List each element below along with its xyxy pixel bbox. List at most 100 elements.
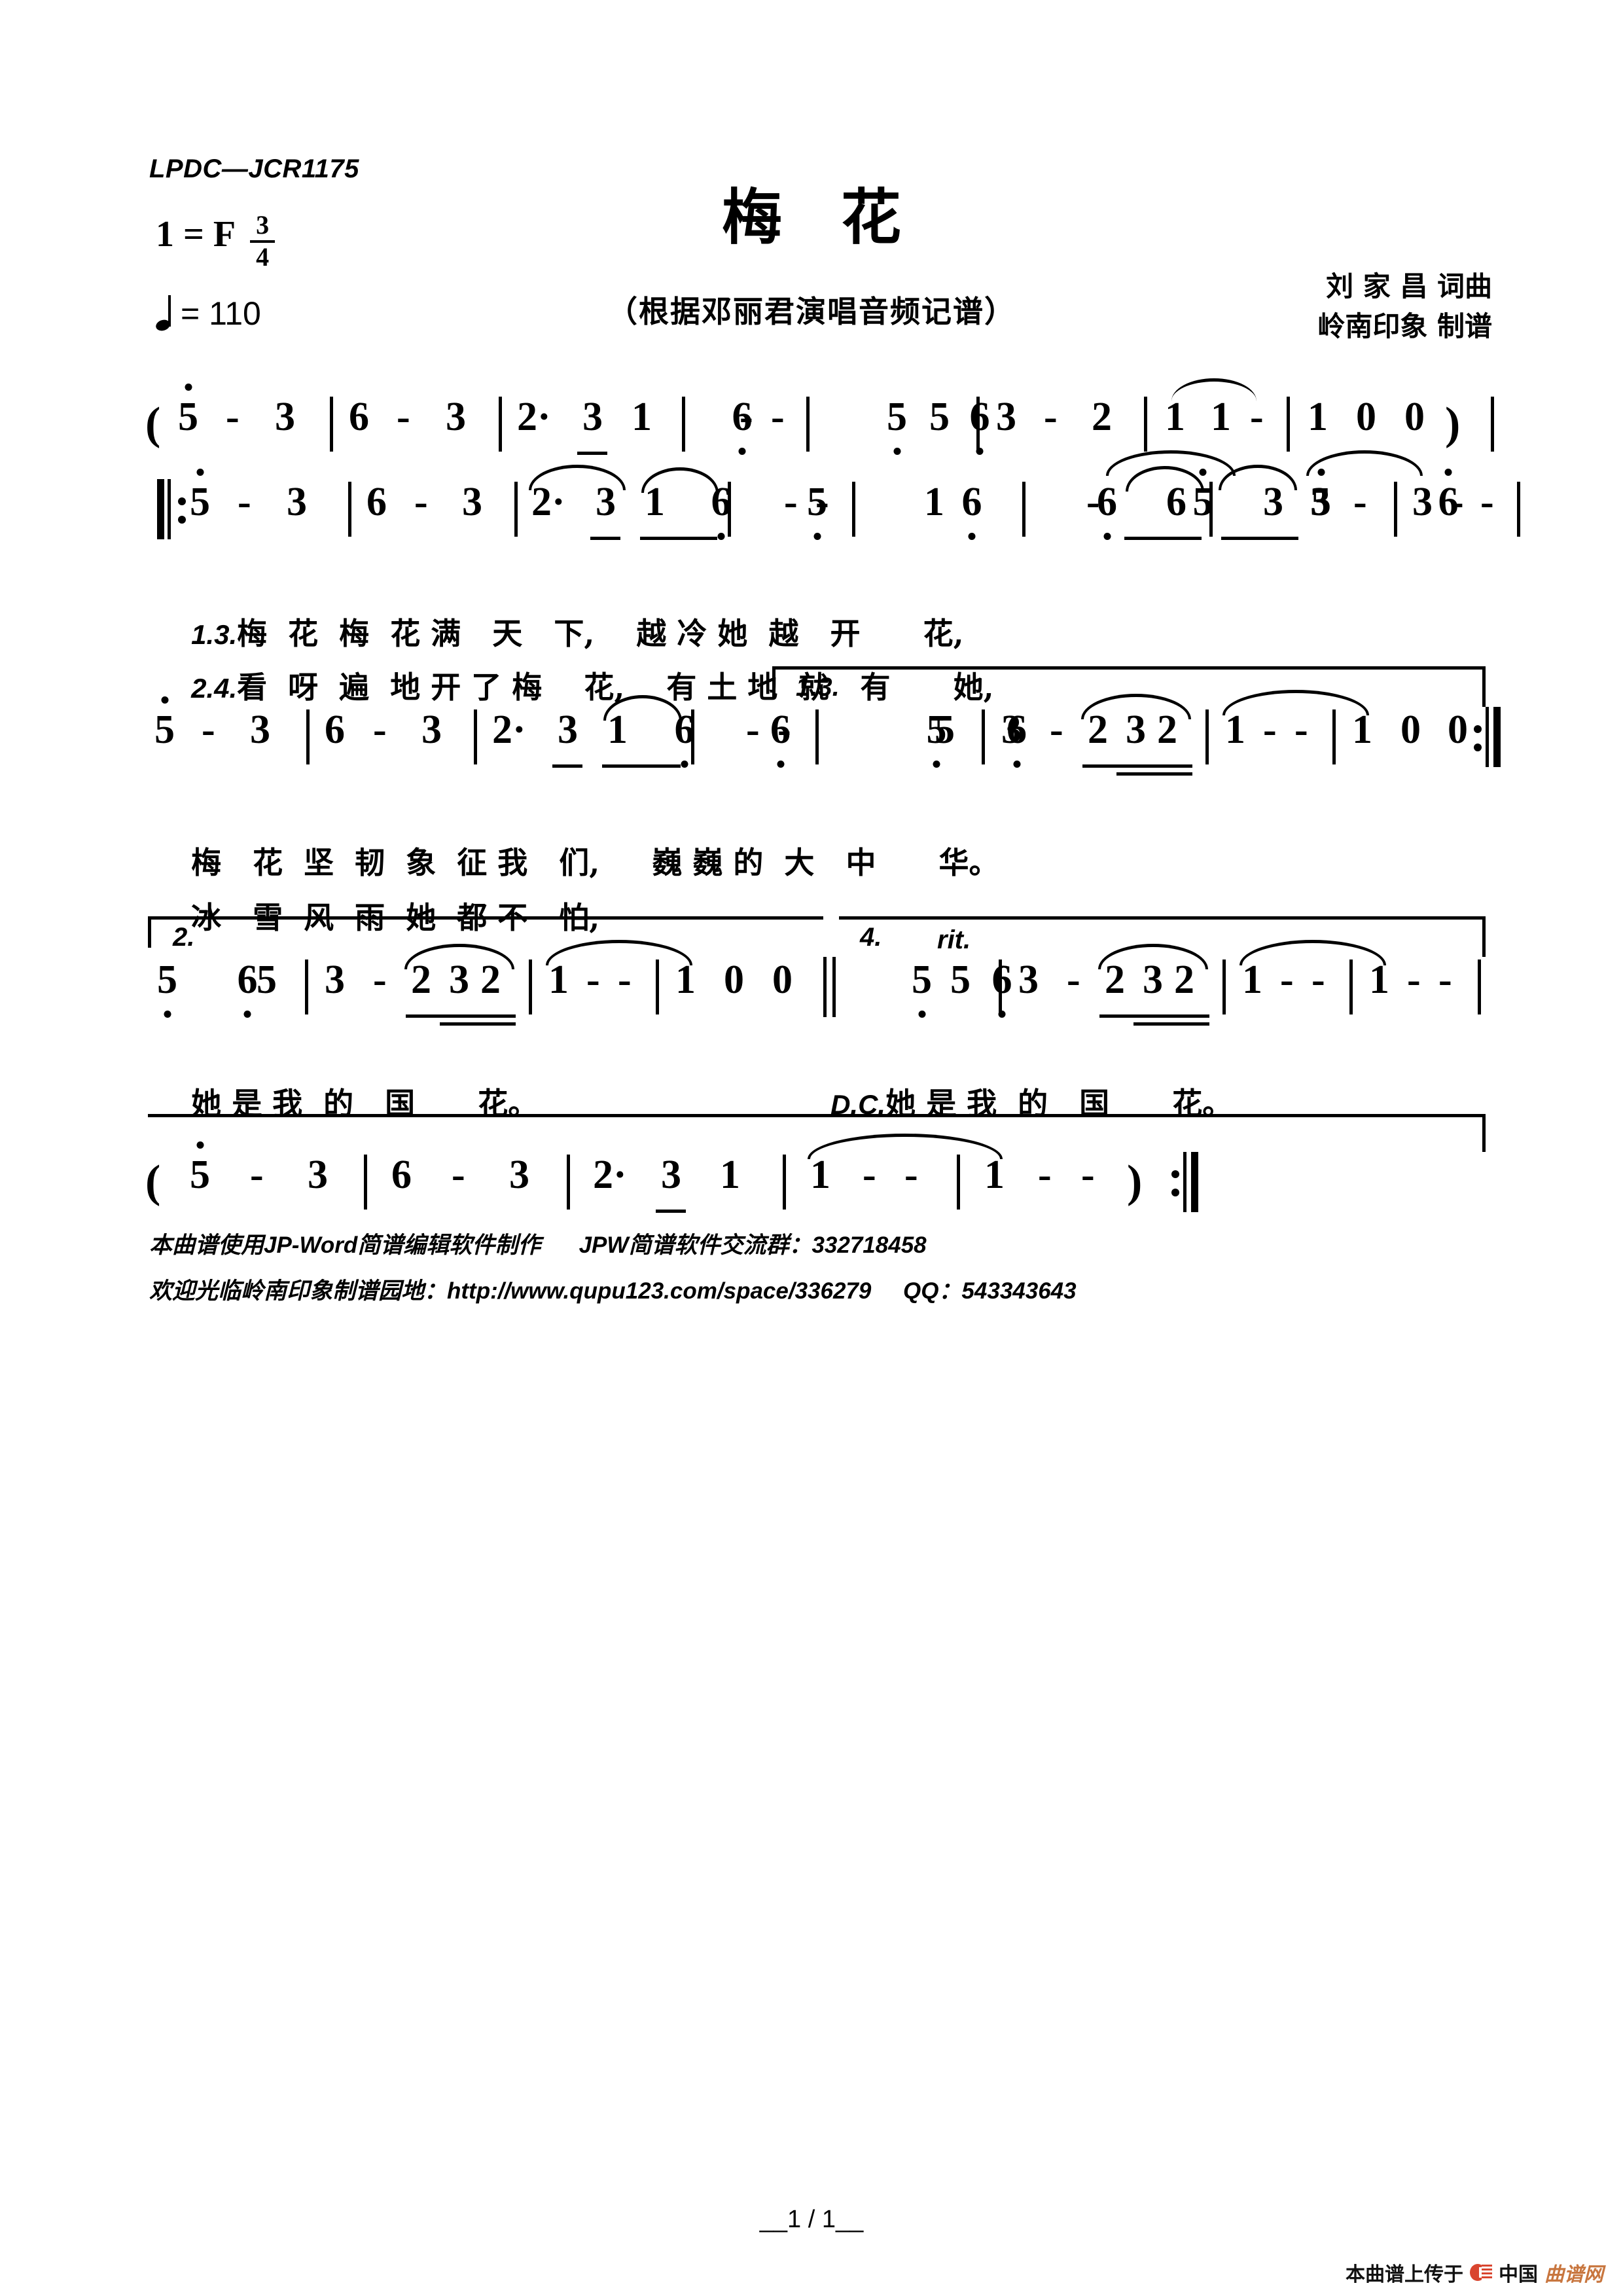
- score-line-3: 1.3. 5 - 3 6 - 3 2· 3 1 6 6 - - 5 6 5 3 …: [0, 666, 1623, 776]
- note: 0: [772, 958, 793, 1002]
- note: -: [777, 708, 791, 752]
- note: 2·: [492, 708, 526, 752]
- note: -: [1038, 1153, 1052, 1197]
- sheet-music-page: LPDC—JCR1175 1 = F 3 4 = 110 梅花 （根据邓丽君演唱…: [0, 0, 1623, 2296]
- note: -: [1081, 1153, 1095, 1197]
- note: -: [373, 958, 387, 1002]
- note: 3: [1412, 480, 1433, 524]
- credit-composer: 刘 家 昌 词曲: [1326, 270, 1492, 302]
- note: -: [1050, 708, 1063, 752]
- song-title: 梅花: [721, 182, 960, 253]
- note: 3: [421, 708, 442, 752]
- note: -: [1438, 958, 1452, 1002]
- note: -: [397, 395, 410, 439]
- note: -: [1450, 480, 1464, 524]
- note: 0: [1448, 708, 1468, 752]
- note: 0: [724, 958, 744, 1002]
- note: 3: [582, 395, 603, 439]
- note: 5: [912, 958, 932, 1002]
- watermark-text: 本曲谱上传于: [1346, 2263, 1463, 2286]
- note: 5: [178, 395, 198, 439]
- note: -: [414, 480, 428, 524]
- volta-label: 4.: [860, 923, 882, 952]
- note: 3: [1310, 480, 1330, 524]
- note: 3: [1018, 958, 1039, 1002]
- note: 5: [935, 708, 955, 752]
- note: 6: [349, 395, 369, 439]
- note: 1: [1308, 395, 1328, 439]
- note: -: [250, 1153, 264, 1197]
- score-line-5: ( 5 - 3 6 - 3 2· 3 1 1 - - 1 - - ): [0, 1114, 1623, 1215]
- note: 5: [154, 708, 175, 752]
- rit-marking: rit.: [937, 925, 971, 954]
- note: -: [1250, 395, 1264, 439]
- paren-open: (: [145, 1157, 161, 1207]
- note: 6: [961, 480, 982, 524]
- note: 5: [157, 958, 177, 1002]
- note: 6: [366, 480, 387, 524]
- note: 3: [558, 708, 578, 752]
- note: -: [746, 708, 760, 752]
- note: -: [784, 480, 798, 524]
- note: -: [1353, 480, 1367, 524]
- page-number: __1 / 1__: [759, 2206, 864, 2233]
- watermark: 本曲谱上传于 中国 曲谱网: [1346, 2258, 1603, 2287]
- note: -: [1086, 480, 1100, 524]
- note: 3: [325, 958, 345, 1002]
- note: -: [771, 395, 785, 439]
- note: 5: [950, 958, 971, 1002]
- note: 0: [1356, 395, 1376, 439]
- lyric-row: 冰 雪 风 雨 她 都 不 怕,: [149, 859, 599, 973]
- note: -: [452, 1153, 465, 1197]
- note: 3: [446, 395, 466, 439]
- note: -: [815, 480, 829, 524]
- note: 5: [257, 958, 277, 1002]
- note: 3: [661, 1153, 681, 1197]
- note: 6: [237, 958, 258, 1002]
- note: 6: [969, 395, 990, 439]
- note: -: [373, 708, 387, 752]
- note: 3: [1001, 708, 1022, 752]
- notation-row: 5 - 3 6 - 3 2· 3 1 6 5 - - 6 1 6 5 - 5 6…: [0, 450, 1623, 542]
- lyric-row: 她 是 我 的 国 花。: [149, 1045, 538, 1158]
- note: 0: [1400, 708, 1421, 752]
- note: 3: [308, 1153, 328, 1197]
- note: 0: [1404, 395, 1425, 439]
- note: -: [740, 395, 753, 439]
- note: 1: [924, 480, 944, 524]
- note: 3: [462, 480, 482, 524]
- footer-line-2: 欢迎光临岭南印象制谱园地：http://www.qupu123.com/spac…: [149, 1278, 1077, 1304]
- note: -: [1067, 958, 1080, 1002]
- volta-label: 1.3.: [796, 673, 840, 702]
- lyric-text: 看 呀 遍 地 开 了 梅 花, 有 土 地 就 有 她,: [237, 670, 994, 705]
- note: -: [1044, 395, 1058, 439]
- note: 6: [391, 1153, 412, 1197]
- note: 5: [190, 1153, 210, 1197]
- note: 1: [720, 1153, 740, 1197]
- lyric-verse-number: 2.4.: [191, 673, 238, 704]
- score-line-1: ( 5 - 3 6 - 3 2· 3 1 6 - - 5 6 5 3 - 2 1…: [0, 378, 1623, 457]
- paren-close: ): [1127, 1157, 1143, 1207]
- notation-row: ( 5 - 3 6 - 3 2· 3 1 6 - - 5 6 5 3 - 2 1…: [0, 378, 1623, 457]
- notation-row: ( 5 - 3 6 - 3 2· 3 1 1 - - 1 - - ): [0, 1114, 1623, 1215]
- notation-row: 1.3. 5 - 3 6 - 3 2· 3 1 6 6 - - 5 6 5 3 …: [0, 666, 1623, 776]
- note: 3: [275, 395, 295, 439]
- note: 2·: [593, 1153, 627, 1197]
- notation-row: 2. 4. rit. 5 6 5 3 - 2 3 2 1 - - 1 0 0 5…: [0, 916, 1623, 1026]
- note: 5: [190, 480, 210, 524]
- credit-arranger: 岭南印象 制谱: [1317, 310, 1492, 342]
- paren-open: (: [145, 399, 161, 449]
- score-line-2: 5 - 3 6 - 3 2· 3 1 6 5 - - 6 1 6 5 - 5 6…: [0, 450, 1623, 542]
- note: 5: [887, 395, 907, 439]
- watermark-brand-cn: 中国: [1499, 2263, 1538, 2286]
- note: -: [226, 395, 240, 439]
- note: 1: [632, 395, 652, 439]
- note: -: [1407, 958, 1421, 1002]
- qupu-logo-icon: [1470, 2263, 1492, 2282]
- note: 3: [250, 708, 270, 752]
- note: 6: [991, 958, 1012, 1002]
- credits: 刘 家 昌 词曲 岭南印象 制谱: [1317, 267, 1492, 347]
- note: 5: [929, 395, 950, 439]
- note: -: [202, 708, 215, 752]
- watermark-brand-suffix: 曲谱网: [1544, 2263, 1603, 2286]
